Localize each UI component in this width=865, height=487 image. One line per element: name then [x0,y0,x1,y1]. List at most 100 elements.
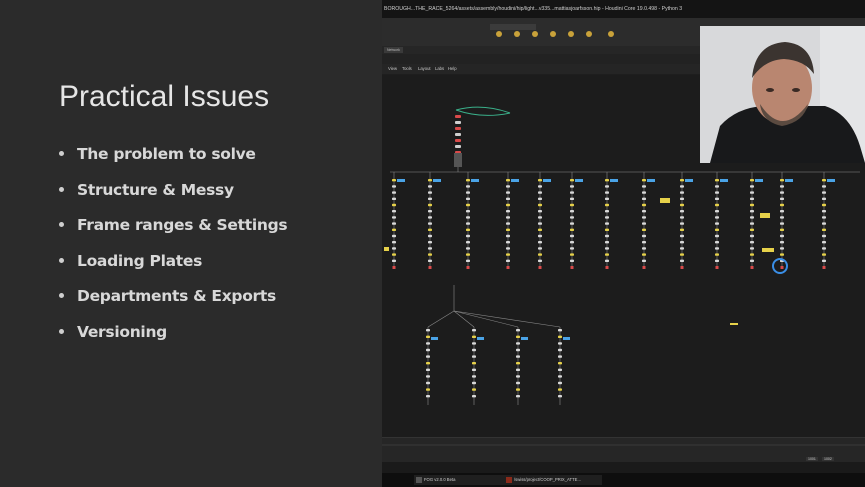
graph-node[interactable] [392,253,396,256]
graph-node[interactable] [563,337,570,340]
graph-node[interactable] [428,247,432,250]
graph-node[interactable] [538,191,542,194]
graph-node[interactable] [538,210,542,213]
graph-node[interactable] [506,185,510,188]
graph-node[interactable] [822,234,826,238]
shelf-tool-button[interactable] [490,30,508,44]
graph-node[interactable] [715,191,719,194]
graph-node[interactable] [822,222,826,225]
graph-node[interactable] [780,197,784,200]
graph-node[interactable] [642,228,646,231]
graph-node[interactable] [392,210,396,213]
graph-node[interactable] [516,348,520,352]
graph-node[interactable] [521,337,528,340]
graph-node[interactable] [466,253,470,256]
graph-node[interactable] [426,335,430,338]
graph-node[interactable] [397,179,405,182]
graph-node[interactable] [428,191,432,194]
graph-node[interactable] [680,203,684,207]
graph-node[interactable] [780,179,784,182]
graph-node[interactable] [516,388,520,391]
graph-node[interactable] [570,228,574,231]
menu-tools[interactable]: Tools [402,65,412,73]
graph-node[interactable] [827,179,835,182]
graph-node[interactable] [605,222,609,225]
graph-node[interactable] [570,253,574,256]
graph-node[interactable] [680,222,684,225]
graph-node[interactable] [516,335,520,338]
graph-node[interactable] [558,395,562,398]
graph-node[interactable] [538,203,542,207]
graph-node[interactable] [605,234,609,238]
graph-node[interactable] [762,248,774,252]
graph-node[interactable] [715,259,719,262]
graph-node[interactable] [822,216,826,219]
graph-node[interactable] [680,241,684,244]
graph-node[interactable] [642,203,646,207]
graph-node[interactable] [715,203,719,207]
graph-node[interactable] [428,259,432,262]
graph-node[interactable] [558,375,562,378]
graph-node[interactable] [642,216,646,219]
graph-node[interactable] [570,210,574,213]
graph-node[interactable] [428,266,432,269]
graph-node[interactable] [558,348,562,352]
graph-node[interactable] [538,247,542,250]
graph-node[interactable] [472,362,476,365]
graph-node[interactable] [680,197,684,200]
menu-view[interactable]: View [388,65,397,73]
graph-node[interactable] [392,203,396,207]
graph-node[interactable] [558,355,562,358]
graph-node[interactable] [822,247,826,250]
graph-node[interactable] [543,179,551,182]
graph-node[interactable] [605,197,609,200]
graph-node[interactable] [750,247,754,250]
shelf-tool-button[interactable] [580,30,598,44]
graph-node[interactable] [538,259,542,262]
graph-node[interactable] [472,335,476,338]
graph-node[interactable] [715,234,719,238]
graph-node[interactable] [822,253,826,256]
graph-node[interactable] [605,210,609,213]
graph-node[interactable] [426,368,430,371]
graph-node[interactable] [715,179,719,182]
graph-node[interactable] [472,381,476,385]
graph-node[interactable] [516,362,520,365]
graph-node[interactable] [538,185,542,188]
graph-node[interactable] [822,185,826,188]
graph-node[interactable] [516,355,520,358]
graph-node[interactable] [516,375,520,378]
graph-node[interactable] [392,191,396,194]
graph-node[interactable] [428,179,432,182]
taskbar-item[interactable]: FOG v2.0.0 Beta [414,475,512,485]
graph-node[interactable] [642,253,646,256]
graph-node[interactable] [750,234,754,238]
graph-node[interactable] [466,222,470,225]
graph-node[interactable] [506,259,510,262]
tab-network[interactable]: Network [384,47,403,53]
graph-node[interactable] [558,388,562,391]
graph-node[interactable] [428,222,432,225]
graph-node[interactable] [715,197,719,200]
graph-node[interactable] [455,145,461,148]
graph-node[interactable] [466,241,470,244]
graph-node[interactable] [715,222,719,225]
graph-node[interactable] [750,203,754,207]
graph-node[interactable] [472,395,476,398]
graph-node[interactable] [472,388,476,391]
graph-node[interactable] [605,228,609,231]
graph-node[interactable] [642,185,646,188]
graph-node[interactable] [426,329,430,332]
graph-node[interactable] [538,241,542,244]
graph-node[interactable] [570,266,574,269]
graph-node[interactable] [570,185,574,188]
graph-node[interactable] [822,228,826,231]
graph-node[interactable] [426,375,430,378]
graph-node[interactable] [466,197,470,200]
graph-node[interactable] [516,368,520,371]
graph-node[interactable] [538,222,542,225]
graph-node[interactable] [538,253,542,256]
graph-node[interactable] [558,362,562,365]
graph-node[interactable] [392,216,396,219]
graph-node[interactable] [506,234,510,238]
